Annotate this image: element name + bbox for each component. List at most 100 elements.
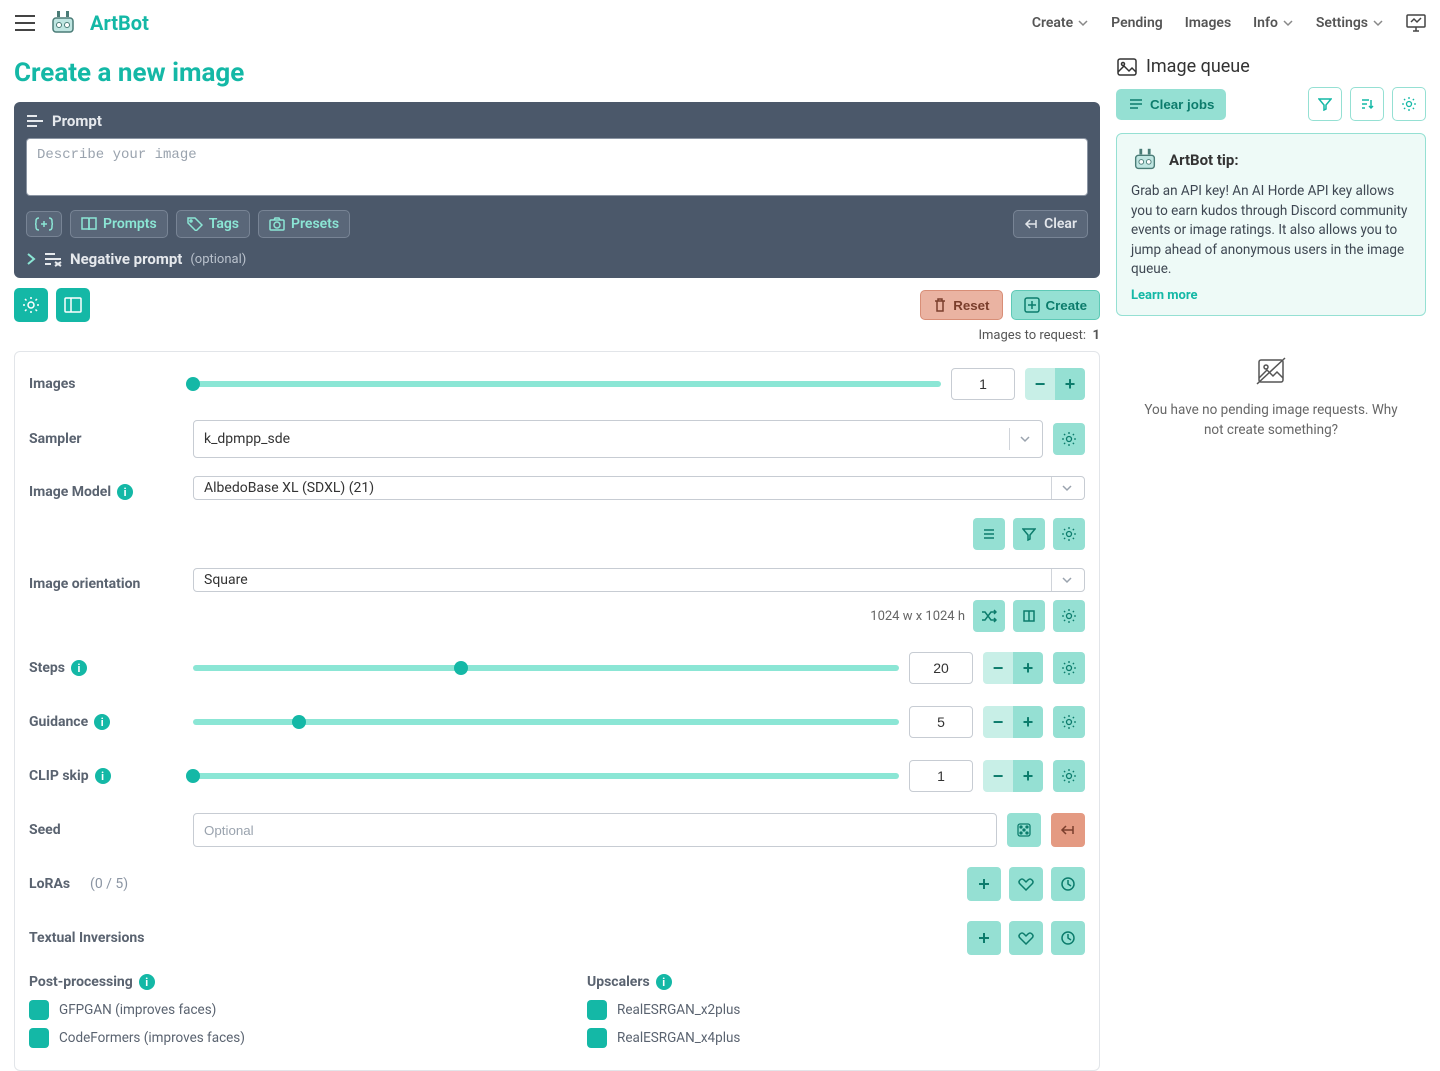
images-plus[interactable]: + bbox=[1055, 368, 1085, 400]
seed-random-button[interactable] bbox=[1007, 813, 1041, 847]
steps-value[interactable] bbox=[909, 652, 973, 684]
shuffle-icon bbox=[981, 609, 997, 623]
empty-queue-msg: You have no pending image requests. Why … bbox=[1116, 400, 1426, 441]
presets-button[interactable]: Presets bbox=[258, 210, 350, 238]
guidance-slider[interactable] bbox=[193, 719, 899, 725]
images-minus[interactable]: − bbox=[1025, 368, 1055, 400]
info-icon[interactable]: i bbox=[94, 714, 110, 730]
gear-icon bbox=[1401, 96, 1417, 112]
clipskip-minus[interactable]: − bbox=[983, 760, 1013, 792]
steps-plus[interactable]: + bbox=[1013, 652, 1043, 684]
braces-plus-icon bbox=[35, 217, 53, 231]
lines-icon bbox=[1128, 98, 1144, 110]
ti-add[interactable] bbox=[967, 921, 1001, 955]
learn-more-link[interactable]: Learn more bbox=[1131, 288, 1198, 303]
upscaler-x2-row[interactable]: RealESRGAN_x2plus bbox=[587, 1000, 1085, 1020]
neg-prompt-label: Negative prompt bbox=[70, 250, 182, 268]
orientation-shuffle[interactable] bbox=[973, 600, 1005, 632]
nav-create[interactable]: Create bbox=[1032, 15, 1089, 31]
chevron-down-icon bbox=[1060, 481, 1074, 495]
steps-slider[interactable] bbox=[193, 665, 899, 671]
model-list-button[interactable] bbox=[973, 518, 1005, 550]
tip-card: ArtBot tip: Grab an API key! An AI Horde… bbox=[1116, 133, 1426, 316]
steps-minus[interactable]: − bbox=[983, 652, 1013, 684]
nav-info[interactable]: Info bbox=[1253, 15, 1294, 31]
pp-gfpgan-label: GFPGAN (improves faces) bbox=[59, 1002, 216, 1018]
sampler-gear[interactable] bbox=[1053, 423, 1085, 455]
aspect-icon bbox=[1022, 609, 1036, 623]
images-value[interactable] bbox=[951, 368, 1015, 400]
pp-gfpgan-row[interactable]: GFPGAN (improves faces) bbox=[29, 1000, 527, 1020]
tip-body: Grab an API key! An AI Horde API key all… bbox=[1131, 182, 1411, 280]
nav-pending[interactable]: Pending bbox=[1111, 15, 1163, 31]
ti-history[interactable] bbox=[1051, 921, 1085, 955]
chevron-down-icon bbox=[1282, 17, 1294, 29]
clear-prompt-label: Clear bbox=[1044, 216, 1077, 232]
queue-settings[interactable] bbox=[1392, 87, 1426, 121]
hamburger-icon[interactable] bbox=[14, 14, 36, 32]
create-button[interactable]: Create bbox=[1011, 290, 1101, 320]
info-icon[interactable]: i bbox=[95, 768, 111, 784]
checkbox-icon bbox=[29, 1028, 49, 1048]
nav-settings[interactable]: Settings bbox=[1316, 15, 1384, 31]
prompt-add-button[interactable] bbox=[26, 211, 62, 237]
guidance-plus[interactable]: + bbox=[1013, 706, 1043, 738]
trash-icon bbox=[933, 297, 947, 313]
images-slider[interactable] bbox=[193, 381, 941, 387]
chevron-down-icon bbox=[1372, 17, 1384, 29]
clear-jobs-button[interactable]: Clear jobs bbox=[1116, 89, 1226, 120]
guidance-gear[interactable] bbox=[1053, 706, 1085, 738]
model-filter-button[interactable] bbox=[1013, 518, 1045, 550]
loras-history[interactable] bbox=[1051, 867, 1085, 901]
info-icon[interactable]: i bbox=[117, 484, 133, 500]
clipskip-value[interactable] bbox=[909, 760, 973, 792]
images-to-request-label: Images to request: bbox=[978, 328, 1086, 343]
info-icon[interactable]: i bbox=[139, 974, 155, 990]
queue-filter[interactable] bbox=[1308, 87, 1342, 121]
pp-codeformers-label: CodeFormers (improves faces) bbox=[59, 1030, 245, 1046]
clipskip-slider[interactable] bbox=[193, 773, 899, 779]
sampler-value: k_dpmpp_sde bbox=[204, 431, 1001, 447]
model-gear-button[interactable] bbox=[1053, 518, 1085, 550]
orientation-gear[interactable] bbox=[1053, 600, 1085, 632]
loras-add[interactable] bbox=[967, 867, 1001, 901]
history-icon bbox=[1060, 930, 1076, 946]
model-value: AlbedoBase XL (SDXL) (21) bbox=[204, 480, 1043, 496]
pp-codeformers-row[interactable]: CodeFormers (improves faces) bbox=[29, 1028, 527, 1048]
clear-prompt-button[interactable]: Clear bbox=[1013, 210, 1088, 238]
brand-title[interactable]: ArtBot bbox=[90, 11, 149, 35]
info-icon[interactable]: i bbox=[656, 974, 672, 990]
sampler-label: Sampler bbox=[29, 431, 179, 447]
checkbox-icon bbox=[587, 1028, 607, 1048]
orientation-select[interactable]: Square bbox=[193, 568, 1085, 592]
seed-clear-button[interactable] bbox=[1051, 813, 1085, 847]
clipskip-gear[interactable] bbox=[1053, 760, 1085, 792]
guidance-value[interactable] bbox=[909, 706, 973, 738]
steps-gear[interactable] bbox=[1053, 652, 1085, 684]
guidance-minus[interactable]: − bbox=[983, 706, 1013, 738]
tags-button[interactable]: Tags bbox=[176, 210, 250, 238]
settings-view-button[interactable] bbox=[14, 288, 48, 322]
prompts-button[interactable]: Prompts bbox=[70, 210, 168, 238]
queue-title: Image queue bbox=[1146, 56, 1250, 77]
ti-fav[interactable] bbox=[1009, 921, 1043, 955]
seed-input[interactable] bbox=[193, 813, 997, 847]
prompt-input[interactable] bbox=[26, 138, 1088, 196]
orientation-crop[interactable] bbox=[1013, 600, 1045, 632]
clipskip-plus[interactable]: + bbox=[1013, 760, 1043, 792]
info-icon[interactable]: i bbox=[71, 660, 87, 676]
chevron-down-icon bbox=[1060, 573, 1074, 587]
loras-fav[interactable] bbox=[1009, 867, 1043, 901]
heart-icon bbox=[1018, 877, 1034, 891]
orientation-label: Image orientation bbox=[29, 568, 179, 592]
queue-sort[interactable] bbox=[1350, 87, 1384, 121]
clear-jobs-label: Clear jobs bbox=[1150, 97, 1214, 112]
upscaler-x4-row[interactable]: RealESRGAN_x4plus bbox=[587, 1028, 1085, 1048]
sampler-select[interactable]: k_dpmpp_sde bbox=[193, 420, 1043, 458]
layout-view-button[interactable] bbox=[56, 288, 90, 322]
nav-monitor-icon[interactable] bbox=[1406, 14, 1426, 32]
negative-prompt-toggle[interactable]: Negative prompt (optional) bbox=[26, 250, 1088, 268]
nav-images[interactable]: Images bbox=[1185, 15, 1231, 31]
reset-button[interactable]: Reset bbox=[920, 290, 1002, 320]
model-select[interactable]: AlbedoBase XL (SDXL) (21) bbox=[193, 476, 1085, 500]
